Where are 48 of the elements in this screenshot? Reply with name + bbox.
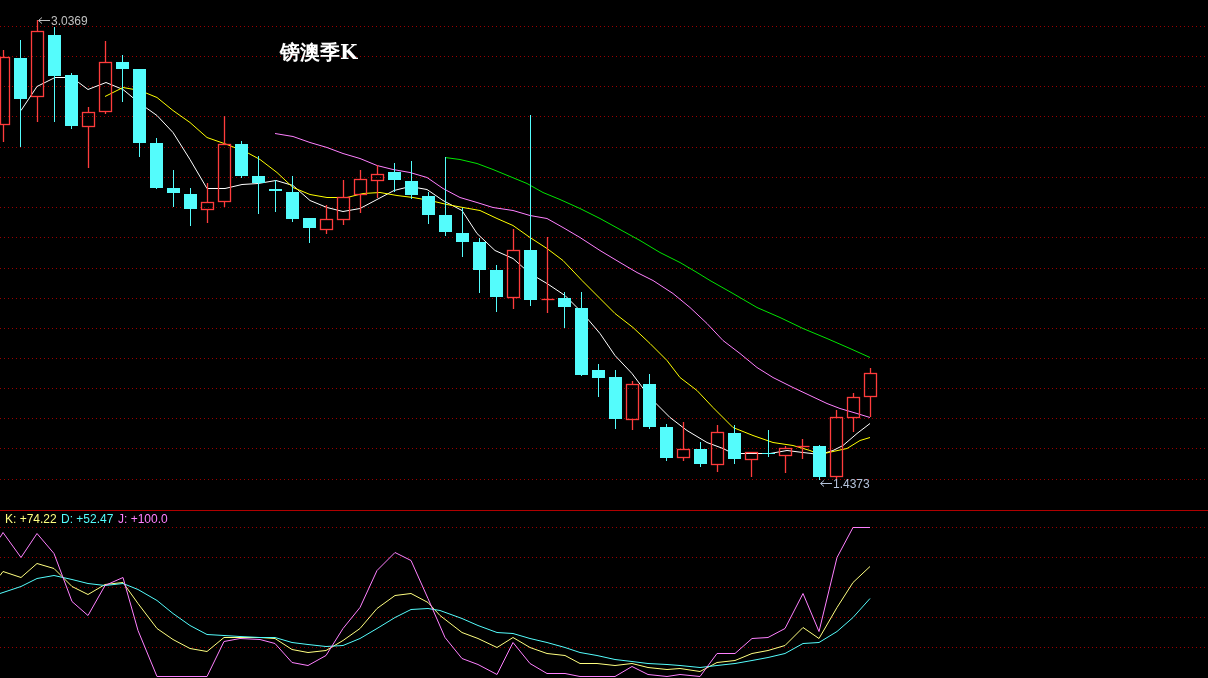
candlestick: [184, 187, 197, 227]
candlestick: [303, 217, 316, 244]
candlestick: [456, 207, 469, 258]
candlestick: [235, 140, 248, 179]
candlestick: [795, 438, 811, 460]
candlestick: [676, 421, 691, 462]
candlestick: [694, 441, 707, 468]
candlestick: [643, 373, 656, 430]
candlestick: [405, 160, 418, 200]
candlestick: [200, 182, 215, 224]
high-price-label: 3.0369: [51, 14, 88, 28]
candlestick: [728, 424, 741, 465]
candlestick: [336, 179, 351, 226]
candlestick: [252, 155, 265, 215]
candlestick: [319, 204, 334, 235]
candlestick: [167, 169, 180, 208]
candlestick: [762, 429, 775, 458]
candlestick: [150, 137, 163, 190]
candlestick: [710, 424, 725, 473]
candlestick: [490, 264, 503, 313]
candlestick: [422, 191, 435, 225]
candlestick: [116, 54, 129, 103]
candlestick: [846, 392, 861, 433]
candlestick: [744, 451, 759, 478]
indicator-readout: J: +100.0: [118, 512, 168, 526]
candlestick: [592, 363, 605, 398]
candlestick: [829, 409, 844, 481]
candlestick: [353, 169, 368, 214]
candlestick: [558, 291, 571, 329]
candlestick: [863, 367, 878, 418]
leader-arrow: [820, 480, 833, 487]
candlestick: [388, 162, 401, 193]
candlestick: [370, 164, 385, 199]
candlestick: [286, 175, 299, 223]
candlestick: [269, 179, 282, 213]
candlestick: [813, 444, 826, 481]
candlestick: [473, 237, 486, 294]
low-price-label: 1.4373: [833, 477, 870, 491]
candlestick: [81, 106, 96, 169]
leader-arrow: [38, 17, 51, 24]
chart-title: 镑澳季K: [280, 40, 358, 64]
candlestick: [660, 423, 673, 462]
candlestick: [778, 445, 793, 474]
indicator-readout: K: +74.22: [5, 512, 57, 526]
indicator-readout: D: +52.47: [61, 512, 114, 526]
candlestick: [65, 72, 78, 130]
candlestick: [609, 369, 622, 430]
candlestick: [625, 380, 640, 431]
